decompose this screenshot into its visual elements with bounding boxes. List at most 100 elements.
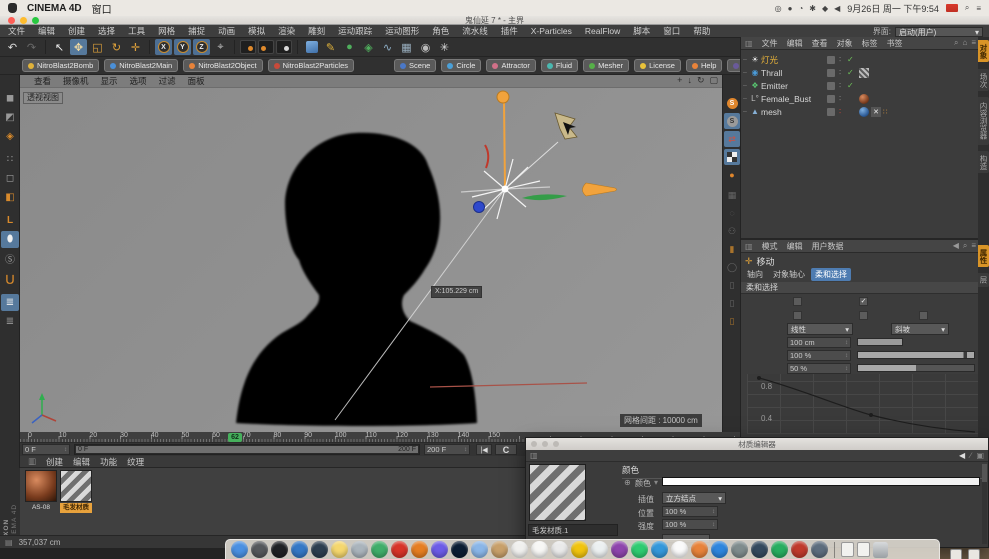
dock-icon[interactable] (271, 541, 288, 558)
object-manager-menu-item[interactable]: 对象 (837, 38, 853, 49)
orange-ball-icon[interactable]: ● (724, 167, 740, 183)
material-manager-menu-item[interactable]: 编辑 (73, 456, 90, 468)
visibility-dots[interactable]: ∶ (839, 94, 847, 103)
tab-layers[interactable]: 层 (978, 273, 989, 287)
interface-dropdown[interactable]: 启动(用户)▾ (895, 27, 983, 37)
c4d-menu-item[interactable]: 窗口 (663, 25, 680, 37)
frame-end-spinner[interactable]: 200 F↕ (424, 444, 470, 455)
nitroblast-button[interactable]: NitroBlast2Main (104, 59, 178, 72)
attributes-menu-item[interactable]: 模式 (762, 241, 778, 252)
dock-icon[interactable] (391, 541, 408, 558)
c4d-menu-item[interactable]: 插件 (501, 25, 518, 37)
panel-icon[interactable]: ▥ (745, 39, 753, 48)
dock-icon[interactable] (631, 541, 648, 558)
points-mode-icon[interactable]: ∷ (1, 151, 19, 168)
cache-icon[interactable]: ▯ (724, 277, 740, 293)
visibility-dots-red[interactable]: ∶ (839, 107, 847, 116)
material-manager-menu-item[interactable]: 纹理 (127, 456, 144, 468)
enabled-check-icon[interactable]: ✓ (847, 81, 857, 90)
edges-mode-icon[interactable]: ◻ (1, 170, 19, 187)
dock-icon[interactable] (771, 541, 788, 558)
menu-list-icon[interactable]: ≡ (976, 4, 981, 13)
camera-menu-button[interactable]: ◉ (417, 39, 434, 55)
dock-icon[interactable] (691, 541, 708, 558)
c4d-menu-item[interactable]: 网格 (158, 25, 175, 37)
object-manager-menu-item[interactable]: 文件 (762, 38, 778, 49)
layer-chip[interactable] (827, 108, 835, 116)
spotlight-icon[interactable]: ⌕ (965, 3, 969, 13)
lock-y-axis-button[interactable]: Y (174, 39, 191, 55)
swap-arrows-icon[interactable]: ⇄ (724, 131, 740, 147)
range-slider-bar[interactable]: 0 F200 F (76, 446, 418, 453)
live-selection-tool[interactable]: ↖ (51, 39, 68, 55)
dock-icon[interactable] (671, 541, 688, 558)
dock-icon[interactable] (551, 541, 568, 558)
layer-chip[interactable] (827, 69, 835, 77)
coordinate-system-button[interactable]: ⌖ (212, 39, 229, 55)
material-manager-menu-item[interactable]: 创建 (46, 456, 63, 468)
material-name-selected[interactable]: 毛发材质 (60, 503, 92, 513)
attributes-toolbar-icon[interactable]: ⌕ (963, 241, 967, 251)
xparticles-button[interactable]: Mesher (583, 59, 629, 72)
object-row-mesh[interactable]: –▲ mesh ∶✓ ✕ ∷ (741, 105, 979, 118)
dock-icon[interactable] (811, 541, 828, 558)
layer-chip[interactable] (827, 82, 835, 90)
grid-icon[interactable]: ▦ (724, 187, 740, 203)
cache3-icon[interactable]: ▯ (724, 313, 740, 329)
material-name[interactable]: AS-08 (25, 503, 57, 513)
dock-document-icon[interactable] (841, 542, 854, 557)
chevron-down-icon[interactable]: ▾ (654, 478, 658, 487)
object-manager-toolbar-icon[interactable]: ⌂ (962, 38, 967, 48)
limit-checkbox[interactable] (919, 311, 928, 320)
xparticles-button[interactable]: Fluid (541, 59, 578, 72)
object-row-female-bust[interactable]: –L° Female_Bust ∶✓ (741, 92, 979, 105)
trash-icon[interactable] (873, 542, 888, 558)
pen-spline-menu-button[interactable]: ✎ (322, 39, 339, 55)
panel-icon[interactable]: ▥ (745, 242, 753, 251)
c4d-menu-item[interactable]: 角色 (432, 25, 449, 37)
dock-icon[interactable] (591, 541, 608, 558)
c4d-menu-item[interactable]: 渲染 (278, 25, 295, 37)
c4d-menu-item[interactable]: 动画 (218, 25, 235, 37)
dock-icon[interactable] (451, 541, 468, 558)
dock-icon[interactable] (291, 541, 308, 558)
width-field[interactable]: 50 %↕ (787, 363, 851, 374)
xparticles-button[interactable]: Circle (441, 59, 481, 72)
c4d-menu-item[interactable]: X-Particles (531, 26, 572, 36)
tab-content-browser[interactable]: 内容浏览器 (978, 97, 989, 145)
figure-icon[interactable]: ⚇ (724, 223, 740, 239)
scrollbar[interactable] (982, 464, 987, 544)
enabled-check-icon[interactable]: ✓ (847, 68, 857, 77)
polygons-mode-icon[interactable]: ◧ (1, 189, 19, 206)
position-field[interactable]: 100 %↕ (662, 506, 718, 517)
object-manager-menu-item[interactable]: 查看 (812, 38, 828, 49)
lock-z-axis-button[interactable]: Z (193, 39, 210, 55)
deformers-menu-button[interactable]: ◈ (360, 39, 377, 55)
render-view-button[interactable] (240, 40, 256, 54)
object-manager-menu-item[interactable]: 标签 (862, 38, 878, 49)
plus-icon[interactable]: ⊕ (624, 478, 631, 487)
width-slider[interactable] (857, 364, 975, 372)
macos-app-name[interactable]: CINEMA 4D (27, 3, 82, 14)
strength-field[interactable]: 100 %↕ (787, 350, 851, 361)
slash-icon[interactable]: ∕ (970, 451, 971, 460)
dock-icon[interactable] (411, 541, 428, 558)
strength-slider[interactable] (857, 351, 975, 359)
surface-checkbox[interactable] (793, 311, 802, 320)
material-thumb-sphere[interactable] (25, 470, 57, 502)
tab-structure[interactable]: 构造 (978, 151, 989, 173)
apple-logo-icon[interactable] (8, 3, 17, 13)
c4d-menu-item[interactable]: 运动跟踪 (338, 25, 372, 37)
dots-tag-icon[interactable]: ∷ (883, 108, 887, 116)
enabled-check-icon[interactable]: ✓ (847, 55, 857, 64)
viewport-solo-icon[interactable]: ⬮ (1, 231, 19, 248)
dock-icon[interactable] (331, 541, 348, 558)
tab-object-axis[interactable]: 对象轴心 (769, 268, 809, 281)
material-preview[interactable] (529, 464, 586, 521)
c4d-menu-item[interactable]: RealFlow (585, 26, 620, 36)
nitroblast-button[interactable]: NitroBlast2Particles (268, 59, 354, 72)
generators-menu-button[interactable]: ● (341, 39, 358, 55)
dock-icon[interactable] (731, 541, 748, 558)
desktop-file-icon[interactable] (950, 549, 962, 559)
dock-icon[interactable] (431, 541, 448, 558)
